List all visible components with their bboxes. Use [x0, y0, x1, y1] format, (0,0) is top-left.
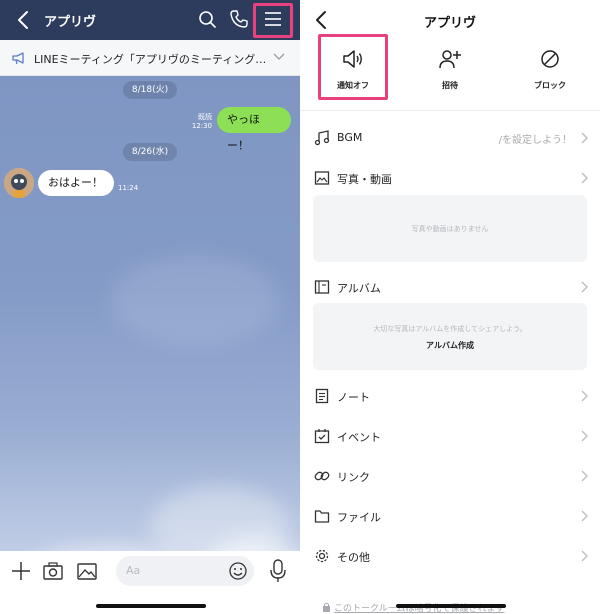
home-indicator	[396, 604, 506, 608]
gear-icon	[315, 549, 329, 563]
block-button[interactable]: ブロック	[510, 48, 590, 91]
note-icon	[315, 388, 329, 404]
settings-row-event[interactable]: イベント	[300, 421, 600, 451]
camera-icon[interactable]	[42, 560, 64, 582]
settings-row-photos[interactable]: 写真・動画	[300, 163, 600, 193]
action-label: 招待	[442, 81, 458, 90]
row-label: BGM	[337, 131, 363, 144]
mute-highlight-box	[318, 34, 388, 100]
chevron-right-icon	[581, 550, 588, 562]
message-text: おはよー！	[48, 176, 103, 189]
chevron-right-icon	[581, 281, 588, 293]
settings-row-file[interactable]: ファイル	[300, 501, 600, 531]
lock-icon	[323, 602, 330, 612]
chat-screen: アプリヴ LINEミーティング「アプリヴのミーティング… 8/18(火) 既読 …	[0, 0, 300, 614]
divider	[300, 110, 600, 111]
settings-row-link[interactable]: リンク	[300, 461, 600, 491]
message-time: 12:30	[191, 122, 212, 130]
back-arrow-icon[interactable]	[14, 9, 34, 31]
search-icon[interactable]	[196, 8, 218, 30]
read-receipt: 既読	[198, 113, 212, 121]
link-icon	[314, 471, 330, 481]
block-icon	[541, 50, 559, 68]
photo-icon	[314, 171, 330, 185]
home-indicator	[96, 604, 206, 608]
announcement-text: LINEミーティング「アプリヴのミーティング…	[34, 53, 267, 66]
folder-icon	[314, 510, 330, 523]
chat-settings-screen: アプリヴ 通知オフ 招待 ブロック BGM /を設定しよう！ 写真・動画 写真や…	[300, 0, 600, 614]
row-label: その他	[337, 551, 370, 564]
row-label: 写真・動画	[337, 173, 392, 186]
phone-icon[interactable]	[228, 8, 250, 30]
album-empty-state: 大切な写真はアルバムを作成してシェアしよう。 アルバム作成	[313, 303, 587, 370]
calendar-check-icon	[314, 429, 330, 444]
settings-row-album[interactable]: アルバム	[300, 272, 600, 302]
create-album-button[interactable]: アルバム作成	[313, 340, 587, 351]
microphone-icon[interactable]	[268, 558, 288, 584]
date-separator: 8/26(水)	[123, 143, 177, 161]
row-label: リンク	[337, 471, 370, 484]
announcement-bar[interactable]: LINEミーティング「アプリヴのミーティング…	[0, 40, 300, 76]
settings-row-bgm[interactable]: BGM /を設定しよう！	[300, 123, 600, 153]
megaphone-icon	[12, 52, 24, 65]
plus-icon[interactable]	[10, 560, 32, 582]
music-note-icon	[314, 130, 330, 146]
chevron-right-icon	[581, 172, 588, 184]
settings-row-other[interactable]: その他	[300, 541, 600, 571]
settings-row-note[interactable]: ノート	[300, 381, 600, 411]
row-label: ノート	[337, 391, 370, 404]
invite-button[interactable]: 招待	[410, 48, 490, 91]
received-message-bubble[interactable]: おはよー！	[38, 170, 114, 196]
empty-message: 大切な写真はアルバムを作成してシェアしよう。	[373, 325, 527, 333]
chevron-right-icon	[581, 470, 588, 482]
image-icon[interactable]	[76, 560, 98, 582]
page-title: アプリヴ	[423, 16, 476, 31]
menu-highlight-box	[253, 3, 293, 38]
chevron-right-icon	[581, 430, 588, 442]
chevron-right-icon	[581, 132, 588, 144]
photos-empty-state: 写真や動画はありません	[313, 195, 587, 262]
chat-header: アプリヴ	[0, 0, 300, 40]
avatar[interactable]	[4, 168, 34, 198]
row-label: イベント	[337, 431, 381, 444]
emoji-icon[interactable]	[228, 561, 248, 581]
chevron-right-icon	[581, 510, 588, 522]
chevron-down-icon[interactable]	[273, 52, 285, 62]
album-icon	[314, 280, 330, 294]
message-input[interactable]: Aa	[116, 556, 254, 586]
empty-message: 写真や動画はありません	[411, 225, 489, 233]
action-label: ブロック	[534, 81, 566, 90]
sent-message-bubble[interactable]: やっほー！	[217, 107, 291, 152]
row-label: ファイル	[337, 511, 381, 524]
chevron-right-icon	[581, 390, 588, 402]
add-person-icon	[439, 50, 461, 69]
row-label: アルバム	[337, 282, 381, 295]
input-placeholder: Aa	[126, 564, 141, 577]
row-value: /を設定しよう！	[498, 135, 572, 146]
chat-title: アプリヴ	[44, 15, 97, 30]
avatar-character-icon	[4, 168, 34, 198]
message-meta: 既読 12:30	[186, 113, 212, 131]
date-separator: 8/18(火)	[123, 81, 177, 99]
message-time: 11:24	[118, 184, 139, 192]
